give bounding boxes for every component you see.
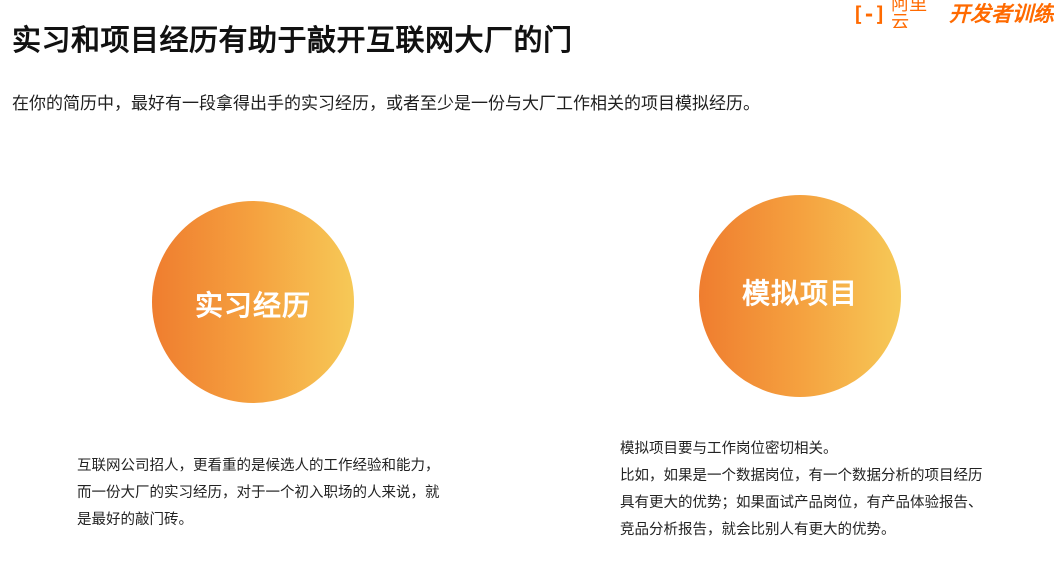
mock-project-circle-label: 模拟项目 bbox=[741, 277, 858, 310]
internship-description-line: 而一份大厂的实习经历，对于一个初入职场的人来说，就 bbox=[77, 485, 440, 501]
internship-circle: 实习经历 bbox=[152, 201, 354, 403]
mock-project-description-line: 具有更大的优势；如果面试产品岗位，有产品体验报告、 bbox=[620, 495, 983, 511]
mock-project-circle: 模拟项目 bbox=[699, 195, 901, 397]
mock-project-description-line: 竞品分析报告，就会比别人有更大的优势。 bbox=[620, 522, 896, 538]
mock-project-description: 模拟项目要与工作岗位密切相关。 比如，如果是一个数据岗位，有一个数据分析的项目经… bbox=[620, 436, 1050, 544]
mock-project-description-line: 比如，如果是一个数据岗位，有一个数据分析的项目经历 bbox=[620, 468, 983, 484]
logo-brand-sub: 开发者训练 bbox=[949, 1, 1054, 26]
internship-description: 互联网公司招人，更看重的是候选人的工作经验和能力， 而一份大厂的实习经历，对于一… bbox=[77, 453, 507, 534]
internship-circle-label: 实习经历 bbox=[194, 288, 311, 322]
mock-project-description-line: 模拟项目要与工作岗位密切相关。 bbox=[620, 441, 838, 457]
page-subtitle: 在你的简历中，最好有一段拿得出手的实习经历，或者至少是一份与大厂工作相关的项目模… bbox=[12, 94, 760, 114]
internship-description-line: 是最好的敲门砖。 bbox=[77, 512, 193, 528]
page-title: 实习和项目经历有助于敲开互联网大厂的门 bbox=[12, 23, 573, 57]
logo-brand-name: 阿里云 bbox=[891, 0, 928, 28]
aliyun-logo-icon: [-] bbox=[852, 2, 886, 26]
aliyun-developer-logo: [-] 阿里云 开发者训练 bbox=[852, 0, 1054, 28]
internship-description-line: 互联网公司招人，更看重的是候选人的工作经验和能力， bbox=[77, 458, 440, 474]
